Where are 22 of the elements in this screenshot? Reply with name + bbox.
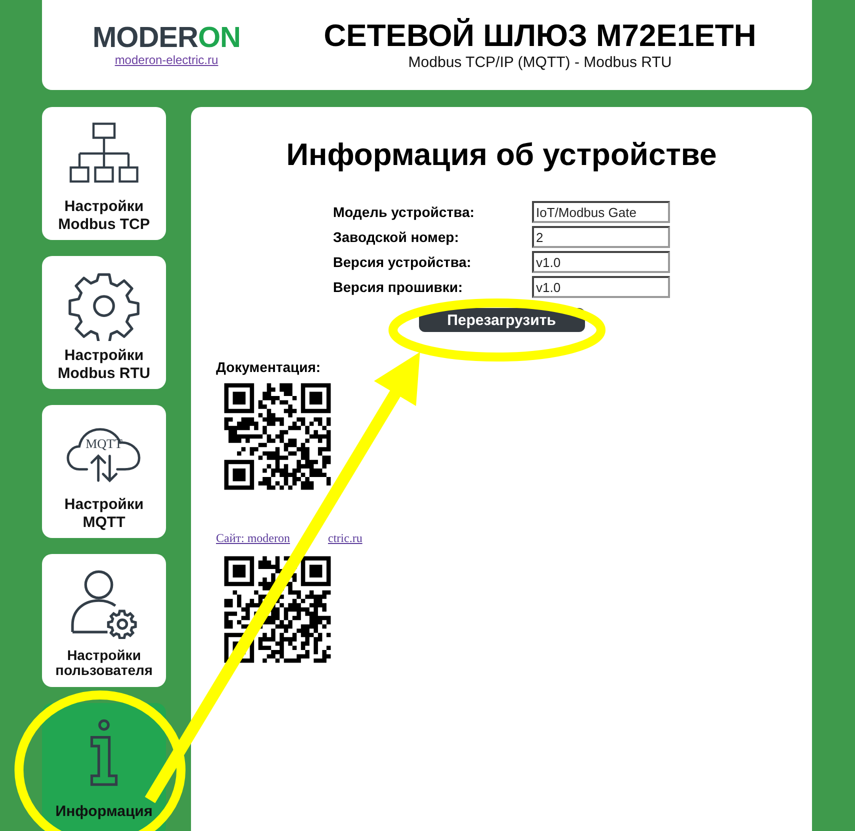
gear-icon (66, 271, 142, 341)
website-link[interactable]: ctric.ru (328, 531, 362, 546)
sidebar-item[interactable]: Информация (42, 703, 166, 831)
input-field[interactable]: v1.0 (532, 276, 670, 298)
field-label: Заводской номер: (333, 229, 460, 245)
page-title: СЕТЕВОЙ ШЛЮЗ M72E1ETH (322, 19, 758, 54)
page-subtitle: Modbus TCP/IP (MQTT) - Modbus RTU (407, 54, 673, 71)
input-field[interactable]: 2 (532, 226, 670, 248)
sidebar-item[interactable]: Настройки Modbus TCP (42, 107, 166, 240)
field-label: Версия прошивки: (333, 279, 464, 295)
website-link[interactable]: Сайт: moderon (216, 531, 290, 546)
field-label: Модель устройства: (333, 204, 476, 220)
sidebar-item[interactable]: Настройки пользователя (42, 554, 166, 687)
field-label: Версия устройства: (333, 254, 472, 270)
input-field[interactable]: v1.0 (532, 251, 670, 273)
website-link[interactable]: moderon-electric.ru (114, 52, 218, 66)
input-field[interactable]: IoT/Modbus Gate (532, 201, 670, 223)
section-title: Информация об устройстве (285, 137, 718, 173)
sidebar-item[interactable]: MQTT Настройки MQTT (42, 405, 166, 538)
documentation-label: Документация: (216, 359, 321, 375)
logo-text: MODERON (92, 24, 240, 52)
sidebar-item[interactable]: Настройки Modbus RTU (42, 256, 166, 389)
